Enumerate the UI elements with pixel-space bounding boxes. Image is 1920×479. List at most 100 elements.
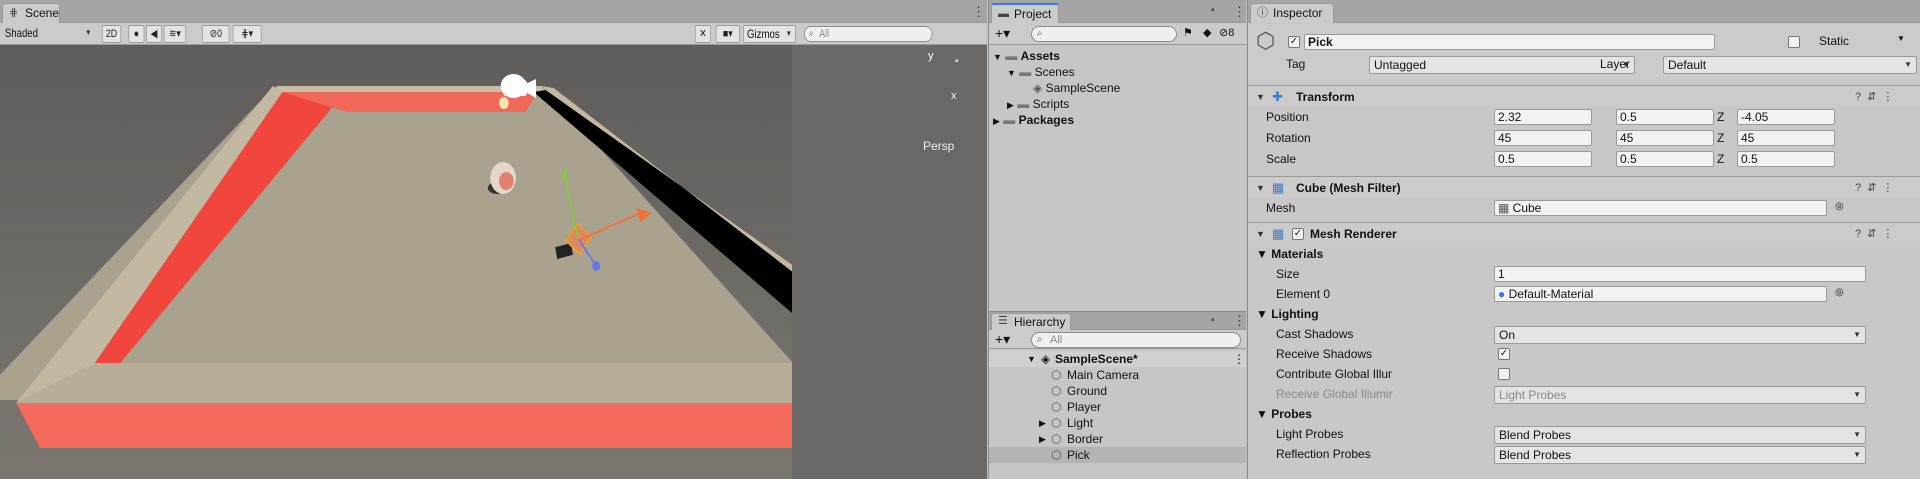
size-input[interactable]: 1 xyxy=(1494,266,1866,282)
2d-toggle-button[interactable]: 2D xyxy=(101,25,122,43)
hierarchy-item-ground[interactable]: ⬡ Ground xyxy=(989,383,1246,399)
static-checkbox[interactable] xyxy=(1788,36,1800,48)
visibility-toggle-icon[interactable]: ⊘0 xyxy=(202,25,230,43)
object-name-input[interactable]: Pick xyxy=(1304,34,1715,50)
object-picker-icon[interactable]: ◎ xyxy=(1835,201,1844,212)
rotation-y-input[interactable]: 45 xyxy=(1616,130,1714,146)
layer-dropdown[interactable]: Default xyxy=(1663,56,1917,74)
hierarchy-item-pick[interactable]: ⬡ Pick xyxy=(989,447,1246,463)
scale-x-input[interactable]: 0.5 xyxy=(1494,151,1592,167)
reflection-probes-dropdown[interactable]: Blend Probes xyxy=(1494,446,1866,464)
project-label-icon[interactable]: ◆ xyxy=(1203,26,1211,39)
rotation-x-input[interactable]: 45 xyxy=(1494,130,1592,146)
receive-gi-label: Receive Global Illumir xyxy=(1276,387,1393,401)
hierarchy-lock-icon[interactable]: ▪ xyxy=(1211,315,1215,326)
tab-scene[interactable]: ⋕ Scene xyxy=(2,3,60,23)
scene-tab-menu-icon[interactable]: ⋮ xyxy=(972,4,985,20)
lighting-section[interactable]: ▼ Lighting xyxy=(1256,306,1319,322)
project-hidden-icon[interactable]: ⊘8 xyxy=(1219,26,1234,39)
hierarchy-item-border[interactable]: ▶ ⬡ Border xyxy=(989,431,1246,447)
position-z-input[interactable]: -4.05 xyxy=(1737,109,1835,125)
collapse-icon[interactable]: ▼ xyxy=(1256,229,1265,239)
gizmo-z-cone xyxy=(592,261,601,271)
static-dropdown-icon[interactable]: ▼ xyxy=(1897,34,1905,43)
tree-item-packages[interactable]: ▶ ▬ Packages xyxy=(993,112,1074,128)
component-header[interactable]: ▼ ✚ Transform ?⇵⋮ xyxy=(1248,85,1920,107)
probes-section[interactable]: ▼ Probes xyxy=(1256,406,1312,422)
tools-icon[interactable]: ✕ xyxy=(694,25,711,43)
light-probes-dropdown[interactable]: Blend Probes xyxy=(1494,426,1866,444)
collapse-icon[interactable]: ▼ xyxy=(1256,92,1265,102)
layer-label: Layer xyxy=(1600,57,1631,71)
axis-z-label: Z xyxy=(1717,131,1725,145)
tab-hierarchy[interactable]: ☰ Hierarchy xyxy=(991,313,1071,330)
expand-icon[interactable]: ▼ xyxy=(993,52,1002,62)
audio-toggle-icon[interactable]: ◀ xyxy=(146,25,163,43)
expand-icon[interactable]: ▼ xyxy=(1027,351,1036,367)
camera-dropdown-icon[interactable]: ■▾ xyxy=(715,25,740,43)
cast-shadows-dropdown[interactable]: On xyxy=(1494,326,1866,344)
hierarchy-create-icon[interactable]: +▾ xyxy=(995,331,1010,348)
position-y-input[interactable]: 0.5 xyxy=(1616,109,1714,125)
hierarchy-item-main-camera[interactable]: ⬡ Main Camera xyxy=(989,367,1246,383)
rotation-z-input[interactable]: 45 xyxy=(1737,130,1835,146)
tree-item-samplescene[interactable]: ◈ SampleScene xyxy=(1033,80,1120,96)
component-enabled-checkbox[interactable]: ✓ xyxy=(1292,228,1304,240)
tree-item-scenes[interactable]: ▼ ▬ Scenes xyxy=(1007,64,1075,80)
hierarchy-search-input[interactable]: ⌕ All xyxy=(1031,332,1241,348)
scene-viewport[interactable] xyxy=(0,45,792,479)
component-help-preset-menu-icons[interactable]: ?⇵⋮ xyxy=(1855,227,1899,240)
scene-search-input[interactable]: ⌕ All xyxy=(804,26,933,42)
receive-shadows-label: Receive Shadows xyxy=(1276,347,1373,361)
component-help-preset-menu-icons[interactable]: ?⇵⋮ xyxy=(1855,90,1899,103)
probes-section-label: Probes xyxy=(1271,407,1312,421)
active-checkbox[interactable]: ✓ xyxy=(1288,36,1300,48)
scale-z-input[interactable]: 0.5 xyxy=(1737,151,1835,167)
receive-shadows-checkbox[interactable]: ✓ xyxy=(1498,348,1510,360)
border-bottom-top xyxy=(16,363,792,403)
expand-icon[interactable]: ▶ xyxy=(1039,415,1046,431)
project-search-input[interactable]: ⌕ xyxy=(1031,26,1177,42)
hierarchy-item-light[interactable]: ▶ ⬡ Light xyxy=(989,415,1246,431)
mesh-object-field[interactable]: ▦ Cube xyxy=(1494,200,1827,216)
gizmos-dropdown[interactable]: Gizmos xyxy=(743,25,796,43)
scene-menu-icon[interactable]: ⋮ xyxy=(1233,351,1245,367)
lock-icon[interactable]: ▪ xyxy=(955,56,959,67)
expand-icon[interactable]: ▶ xyxy=(1007,100,1014,110)
lighting-toggle-icon[interactable]: ● xyxy=(128,25,145,43)
expand-icon[interactable]: ▶ xyxy=(993,116,1000,126)
expand-icon[interactable]: ▶ xyxy=(1039,431,1046,447)
persp-label[interactable]: Persp xyxy=(923,138,954,154)
project-filter-icon[interactable]: ⚑ xyxy=(1183,26,1193,39)
object-picker-icon[interactable]: ◎ xyxy=(1835,287,1844,298)
project-tab-menu-icon[interactable]: ⋮ xyxy=(1233,4,1246,20)
expand-icon[interactable]: ▼ xyxy=(1007,68,1016,78)
position-x-input[interactable]: 2.32 xyxy=(1494,109,1592,125)
component-header[interactable]: ▼ ▦ Cube (Mesh Filter) ?⇵⋮ xyxy=(1248,176,1920,198)
list-icon: ☰ xyxy=(998,315,1008,327)
shading-mode-dropdown[interactable]: Shaded xyxy=(2,25,95,43)
tab-project[interactable]: ▬ Project xyxy=(991,3,1059,23)
scale-y-input[interactable]: 0.5 xyxy=(1616,151,1714,167)
component-header[interactable]: ▼ ▦ ✓ Mesh Renderer ?⇵⋮ xyxy=(1248,222,1920,244)
tree-item-scripts[interactable]: ▶ ▬ Scripts xyxy=(1007,96,1069,112)
tree-item-label: SampleScene xyxy=(1045,81,1121,95)
collapse-icon[interactable]: ▼ xyxy=(1256,183,1265,193)
hierarchy-tab-menu-icon[interactable]: ⋮ xyxy=(1233,313,1246,329)
contribute-gi-checkbox[interactable] xyxy=(1498,368,1510,380)
component-help-preset-menu-icons[interactable]: ?⇵⋮ xyxy=(1855,181,1899,194)
hierarchy-item-player[interactable]: ⬡ Player xyxy=(989,399,1246,415)
grid-toggle-icon[interactable]: ⋕▾ xyxy=(232,25,262,43)
materials-section[interactable]: ▼ Materials xyxy=(1256,246,1323,262)
tab-inspector[interactable]: ⓘ Inspector xyxy=(1250,3,1334,23)
gameobject-cube-icon: ⬡ xyxy=(1051,432,1062,446)
project-create-icon[interactable]: +▾ xyxy=(995,25,1010,42)
project-lock-icon[interactable]: ▪ xyxy=(1211,5,1215,16)
scene-panel: ⋕ Scene ⋮ Shaded 2D ● ◀ ≋▾ ⊘0 ⋕▾ ✕ ■▾ Gi… xyxy=(0,0,987,479)
element0-object-field[interactable]: ● Default-Material xyxy=(1494,286,1827,302)
tag-dropdown[interactable]: Untagged xyxy=(1369,56,1635,74)
tree-item-assets[interactable]: ▼ ▬ Assets xyxy=(993,48,1060,64)
effects-toggle-icon[interactable]: ≋▾ xyxy=(163,25,187,43)
folder-icon: ▬ xyxy=(998,8,1009,20)
hierarchy-scene-row[interactable]: ▼ ◈ SampleScene* ⋮ xyxy=(989,351,1246,367)
